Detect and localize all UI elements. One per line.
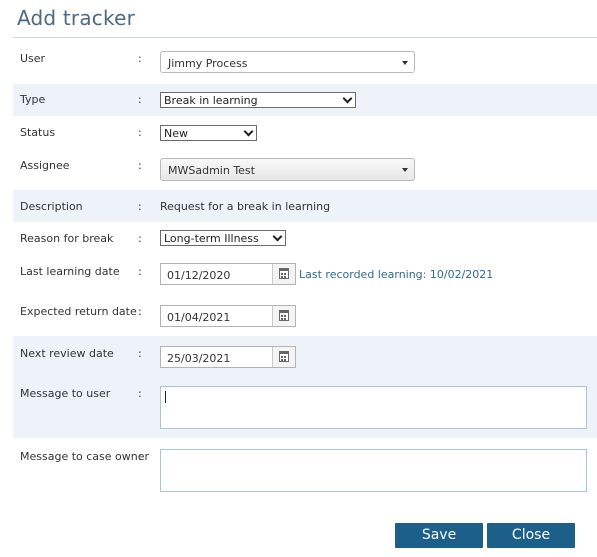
chevron-down-icon [243,126,254,137]
type-label: Type [20,93,46,106]
status-select[interactable]: New [160,125,257,141]
row-description: Description : Request for a break in lea… [13,190,597,222]
expected-return-date-input[interactable]: 01/04/2021 [160,305,296,327]
description-label: Description [20,200,83,213]
row-message-user: Message to user : [13,376,597,438]
row-expected-return: Expected return date : 01/04/2021 [13,294,597,336]
description-colon: : [138,200,142,213]
assignee-dropdown[interactable]: MWSadmin Test [160,158,415,181]
calendar-button[interactable] [272,306,295,326]
calendar-icon [279,268,289,279]
user-label: User [20,52,46,65]
message-user-colon: : [138,387,142,400]
page-title: Add tracker [17,6,135,30]
message-owner-textarea[interactable] [160,449,587,492]
last-recorded-learning-note: Last recorded learning: 10/02/2021 [299,268,494,281]
message-owner-colon: : [138,450,142,463]
calendar-icon [279,310,289,321]
reason-colon: : [138,232,142,245]
calendar-button[interactable] [272,264,295,284]
message-user-label: Message to user [20,387,111,400]
save-button[interactable]: Save [395,523,483,548]
description-value: Request for a break in learning [160,200,331,213]
user-colon: : [138,52,142,65]
status-colon: : [138,126,142,139]
row-status: Status : New [13,116,597,146]
message-user-textarea[interactable] [160,386,587,429]
row-message-owner: Message to case owner : [13,438,597,500]
assignee-colon: : [138,159,142,172]
message-owner-label: Message to case owner [20,450,150,463]
row-type: Type : Break in learning [13,84,597,116]
next-review-value: 25/03/2021 [167,352,231,365]
chevron-down-icon [272,231,283,242]
assignee-value: MWSadmin Test [168,164,255,177]
chevron-down-icon [342,93,353,104]
last-learning-value: 01/12/2020 [167,269,231,282]
last-learning-colon: : [138,265,142,278]
row-reason: Reason for break : Long-term Illness [13,222,597,254]
next-review-colon: : [138,347,142,360]
row-assignee: Assignee : MWSadmin Test [13,146,597,190]
close-button[interactable]: Close [487,523,575,548]
type-select[interactable]: Break in learning [160,92,356,108]
type-value: Break in learning [164,94,258,107]
next-review-date-input[interactable]: 25/03/2021 [160,346,296,368]
user-dropdown[interactable]: Jimmy Process [160,51,415,73]
expected-return-colon: : [138,305,142,318]
assignee-label: Assignee [20,159,70,172]
expected-return-value: 01/04/2021 [167,311,231,324]
reason-label: Reason for break [20,232,114,245]
last-learning-date-input[interactable]: 01/12/2020 [160,263,296,285]
expected-return-label: Expected return date [20,305,137,318]
caret-down-icon [402,61,408,65]
user-value: Jimmy Process [168,57,248,70]
caret-down-icon [402,168,408,172]
text-cursor [165,391,166,403]
last-learning-label: Last learning date [20,265,120,278]
title-divider [13,37,597,38]
status-label: Status [20,126,56,139]
status-value: New [164,127,188,140]
next-review-label: Next review date [20,347,114,360]
row-user: User : Jimmy Process [13,44,597,84]
row-next-review: Next review date : 25/03/2021 [13,336,597,376]
row-last-learning: Last learning date : 01/12/2020 Last rec… [13,254,597,294]
calendar-icon [279,351,289,362]
type-colon: : [138,93,142,106]
reason-select[interactable]: Long-term Illness [160,230,286,246]
reason-value: Long-term Illness [164,232,259,245]
calendar-button[interactable] [272,347,295,367]
